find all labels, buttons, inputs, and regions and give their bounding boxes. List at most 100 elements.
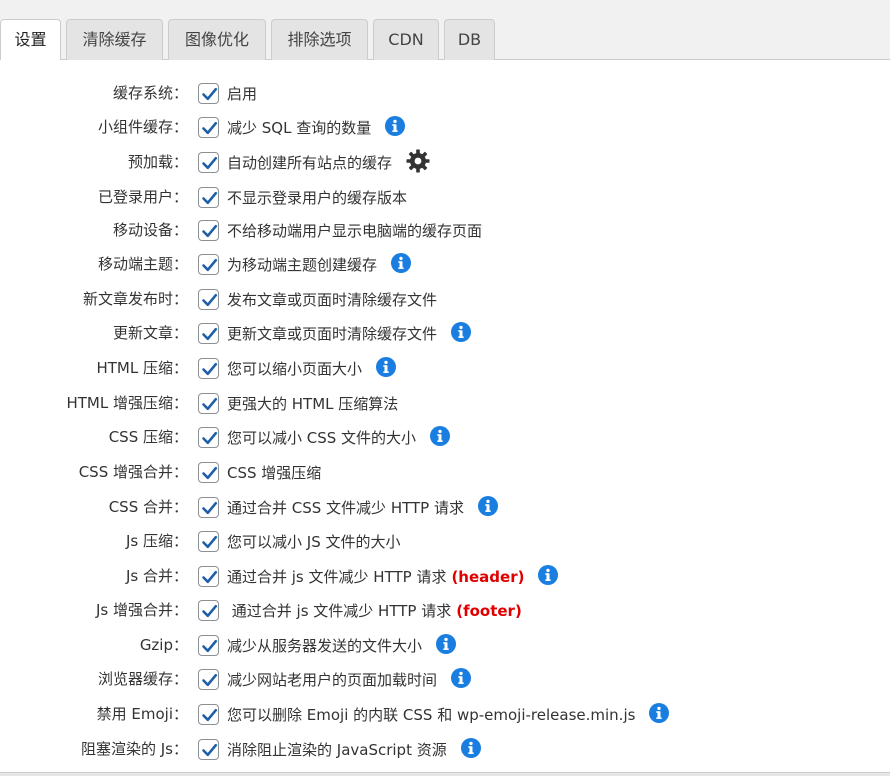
setting-description-text: 不显示登录用户的缓存版本 xyxy=(227,189,408,207)
setting-accent-label: (footer) xyxy=(456,602,522,620)
setting-description-text: 不给移动端用户显示电脑端的缓存页面 xyxy=(227,222,483,240)
info-icon[interactable] xyxy=(538,565,559,585)
setting-row: 预加载： 自动创建所有站点的缓存 xyxy=(0,145,890,179)
info-icon[interactable] xyxy=(460,738,481,758)
setting-accent-label: (header) xyxy=(451,568,525,586)
setting-checkbox[interactable] xyxy=(198,358,219,379)
setting-description-text: 您可以缩小页面大小 xyxy=(227,360,363,378)
tab-settings[interactable]: 设置 xyxy=(0,19,61,61)
setting-checkbox[interactable] xyxy=(198,462,219,483)
setting-label: 预加载： xyxy=(127,153,188,171)
setting-row: 小组件缓存： 减少 SQL 查询的数量 xyxy=(0,110,890,144)
setting-description-text: 启用 xyxy=(227,85,258,103)
setting-description: 通过合并 CSS 文件减少 HTTP 请求 xyxy=(227,490,498,524)
setting-description: 通过合并 js 文件减少 HTTP 请求 (footer) xyxy=(227,593,522,627)
setting-description-text: 减少 SQL 查询的数量 xyxy=(227,119,372,137)
setting-row: Js 增强合并： 通过合并 js 文件减少 HTTP 请求 (footer) xyxy=(0,593,890,627)
setting-description: CSS 增强压缩 xyxy=(227,455,321,489)
setting-checkbox[interactable] xyxy=(198,187,219,208)
setting-description-text: 减少网站老用户的页面加载时间 xyxy=(227,671,438,689)
setting-description: 您可以减小 JS 文件的大小 xyxy=(227,524,400,558)
setting-checkbox[interactable] xyxy=(198,531,219,552)
setting-description-text: 发布文章或页面时清除缓存文件 xyxy=(227,291,438,309)
setting-row: 更新文章： 更新文章或页面时清除缓存文件 xyxy=(0,316,890,350)
setting-description: 减少从服务器发送的文件大小 xyxy=(227,628,457,662)
setting-checkbox[interactable] xyxy=(198,83,219,104)
setting-checkbox[interactable] xyxy=(198,427,219,448)
tab-image-optimization[interactable]: 图像优化 xyxy=(168,19,266,60)
setting-checkbox[interactable] xyxy=(198,393,219,414)
tab-db[interactable]: DB xyxy=(444,19,495,60)
setting-label: Js 增强合并： xyxy=(95,601,188,619)
setting-description-text: CSS 增强压缩 xyxy=(227,464,322,482)
setting-description: 发布文章或页面时清除缓存文件 xyxy=(227,282,437,316)
setting-checkbox[interactable] xyxy=(198,117,219,138)
setting-label: CSS 增强合并： xyxy=(78,463,188,481)
setting-label: 新文章发布时： xyxy=(82,290,188,308)
setting-description: 不给移动端用户显示电脑端的缓存页面 xyxy=(227,213,482,247)
panel-bottom-border xyxy=(0,772,890,776)
setting-label: 缓存系统： xyxy=(112,84,188,102)
setting-row: Gzip： 减少从服务器发送的文件大小 xyxy=(0,628,890,662)
setting-description: 您可以缩小页面大小 xyxy=(227,351,397,385)
info-icon[interactable] xyxy=(451,322,472,342)
info-icon[interactable] xyxy=(477,496,498,516)
setting-checkbox[interactable] xyxy=(198,289,219,310)
info-icon[interactable] xyxy=(436,634,457,654)
setting-row: HTML 压缩： 您可以缩小页面大小 xyxy=(0,351,890,385)
setting-checkbox[interactable] xyxy=(198,669,219,690)
setting-description-text: 您可以减小 CSS 文件的大小 xyxy=(227,429,417,447)
setting-label: 移动端主题： xyxy=(97,255,188,273)
setting-description-text: 您可以减小 JS 文件的大小 xyxy=(227,533,401,551)
setting-checkbox[interactable] xyxy=(198,323,219,344)
setting-label: 已登录用户： xyxy=(97,188,188,206)
setting-label: CSS 压缩： xyxy=(108,428,188,446)
setting-description: 更新文章或页面时清除缓存文件 xyxy=(227,316,472,350)
tab-exclude-options[interactable]: 排除选项 xyxy=(271,19,368,60)
setting-label: 小组件缓存： xyxy=(97,118,188,136)
setting-checkbox[interactable] xyxy=(198,566,219,587)
setting-row: 新文章发布时： 发布文章或页面时清除缓存文件 xyxy=(0,282,890,316)
setting-description: 减少网站老用户的页面加载时间 xyxy=(227,662,472,696)
setting-description: 自动创建所有站点的缓存 xyxy=(227,145,430,179)
setting-row: 阻塞渲染的 Js： 消除阻止渲染的 JavaScript 资源 xyxy=(0,732,890,766)
info-icon[interactable] xyxy=(649,703,670,723)
setting-label: 浏览器缓存： xyxy=(97,670,188,688)
setting-label: Js 压缩： xyxy=(125,532,188,550)
tab-cdn[interactable]: CDN xyxy=(373,19,439,60)
info-icon[interactable] xyxy=(376,357,397,377)
info-icon[interactable] xyxy=(391,253,412,273)
setting-row: Js 合并： 通过合并 js 文件减少 HTTP 请求 (header) xyxy=(0,559,890,593)
setting-checkbox[interactable] xyxy=(198,600,219,621)
setting-description: 更强大的 HTML 压缩算法 xyxy=(227,386,398,420)
setting-checkbox[interactable] xyxy=(198,220,219,241)
setting-row: Js 压缩： 您可以减小 JS 文件的大小 xyxy=(0,524,890,558)
setting-row: 已登录用户： 不显示登录用户的缓存版本 xyxy=(0,180,890,214)
setting-description: 为移动端主题创建缓存 xyxy=(227,247,412,281)
tab-clear-cache[interactable]: 清除缓存 xyxy=(66,19,163,60)
setting-description: 减少 SQL 查询的数量 xyxy=(227,110,406,144)
setting-checkbox[interactable] xyxy=(198,152,219,173)
setting-label: 更新文章： xyxy=(112,324,188,342)
setting-description: 消除阻止渲染的 JavaScript 资源 xyxy=(227,732,481,766)
setting-description-text: 通过合并 CSS 文件减少 HTTP 请求 xyxy=(227,499,464,517)
info-icon[interactable] xyxy=(451,668,472,688)
setting-checkbox[interactable] xyxy=(198,497,219,518)
setting-checkbox[interactable] xyxy=(198,254,219,275)
setting-description-text: 通过合并 js 文件减少 HTTP 请求 xyxy=(227,568,447,586)
setting-description-text: 消除阻止渲染的 JavaScript 资源 xyxy=(227,741,447,759)
setting-description: 您可以减小 CSS 文件的大小 xyxy=(227,420,451,454)
setting-label: Gzip： xyxy=(139,636,188,654)
setting-description-text: 更强大的 HTML 压缩算法 xyxy=(227,395,399,413)
setting-checkbox[interactable] xyxy=(198,635,219,656)
setting-checkbox[interactable] xyxy=(198,739,219,760)
info-icon[interactable] xyxy=(430,426,451,446)
setting-label: 阻塞渲染的 Js： xyxy=(80,740,188,758)
setting-checkbox[interactable] xyxy=(198,704,219,725)
setting-description-text: 为移动端主题创建缓存 xyxy=(227,256,378,274)
setting-label: Js 合并： xyxy=(125,567,188,585)
setting-description-text: 通过合并 js 文件减少 HTTP 请求 xyxy=(227,602,452,620)
info-icon[interactable] xyxy=(385,116,406,136)
setting-label: HTML 压缩： xyxy=(96,359,188,377)
setting-row: 禁用 Emoji： 您可以删除 Emoji 的内联 CSS 和 wp-emoji-… xyxy=(0,697,890,731)
